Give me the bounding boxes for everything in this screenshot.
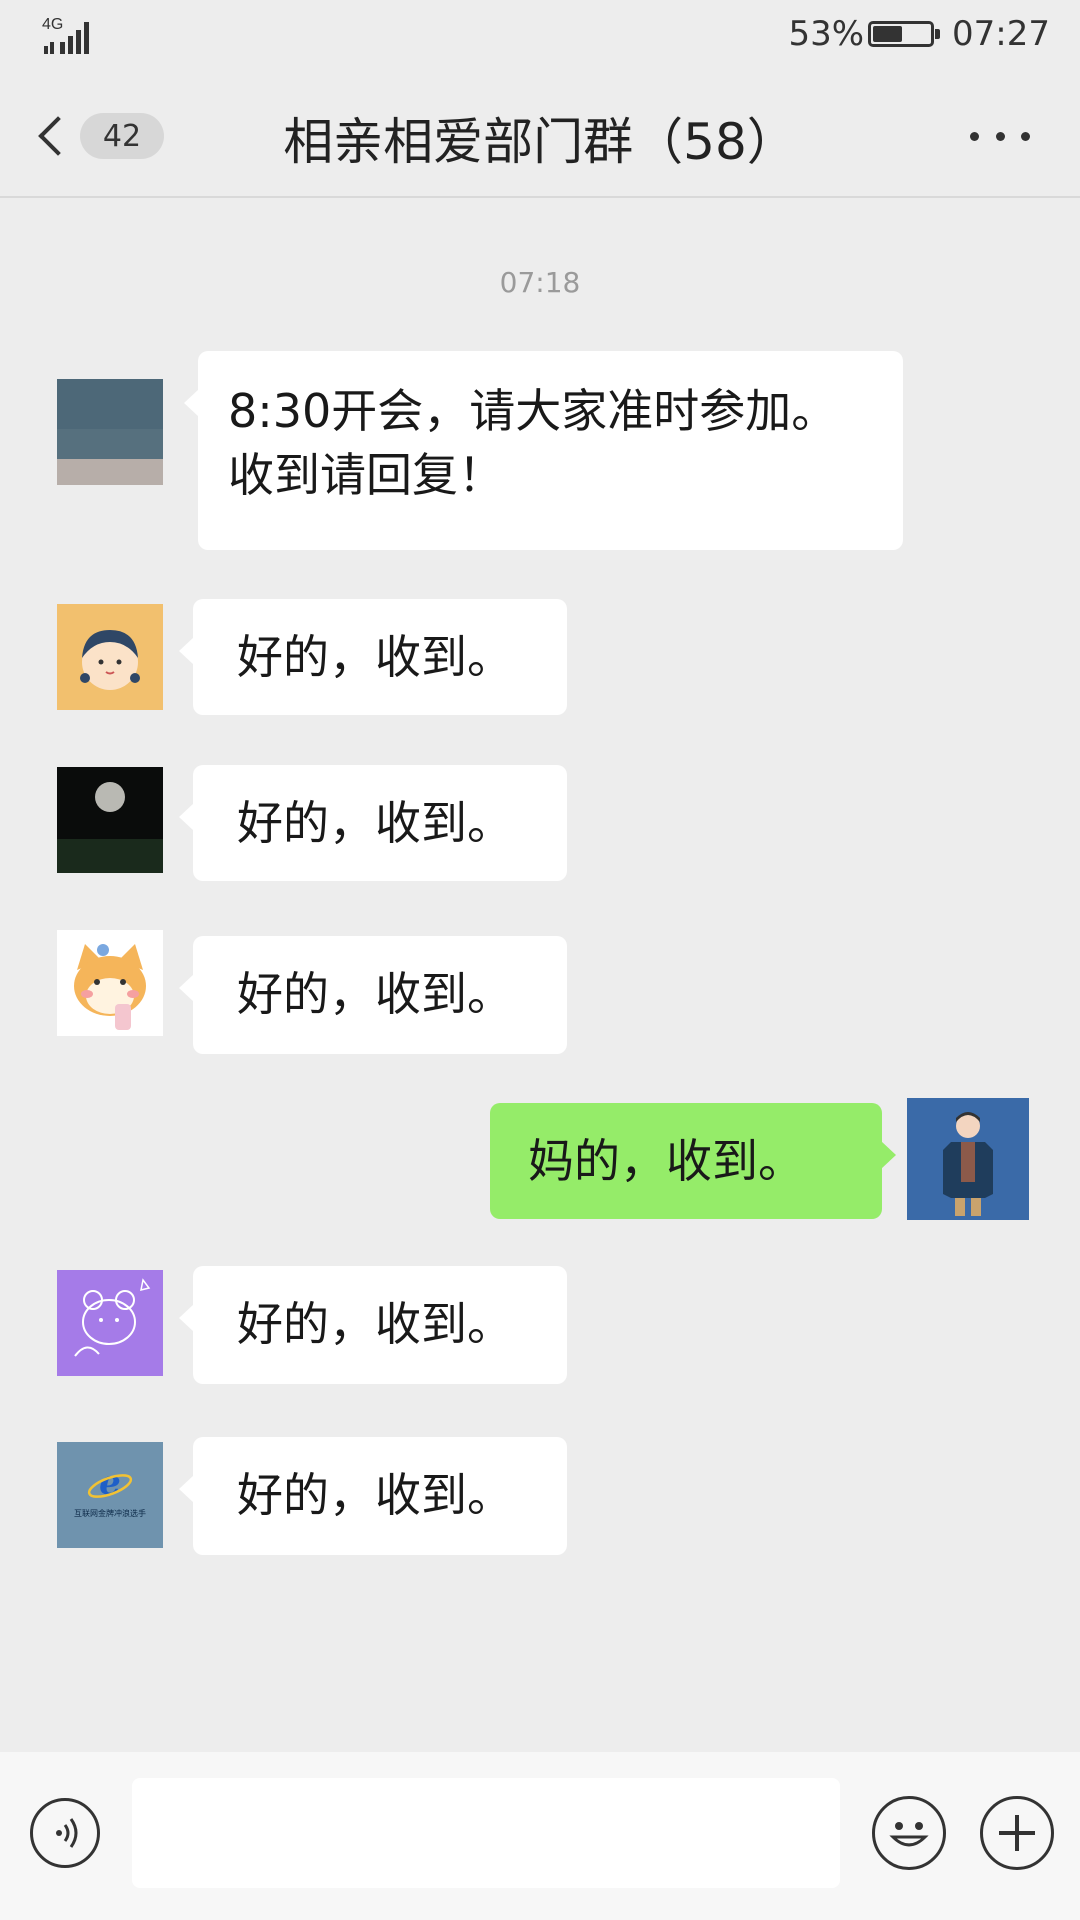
avatar-ie-logo[interactable]: e 互联网金牌冲浪选手 [57,1442,163,1548]
status-time: 07:27 [952,14,1050,54]
message-input[interactable] [132,1778,840,1888]
more-dots-icon [970,131,979,141]
battery-fill [873,26,903,42]
avatar-self[interactable] [907,1098,1029,1220]
message-bubble[interactable]: 好的，收到。 [179,936,567,1054]
message-text: 8:30开会，请大家准时参加。 [228,384,838,438]
message-text: 好的，收到。 [237,1297,513,1351]
sent-message-bubble[interactable]: 妈的，收到。 [490,1103,896,1219]
back-button[interactable]: 42 [36,108,166,164]
message-text: 好的，收到。 [237,630,513,684]
voice-button[interactable] [30,1798,100,1868]
avatar-caption: 互联网金牌冲浪选手 [74,1508,146,1518]
message-text: 好的，收到。 [237,967,513,1021]
message-bubble[interactable]: 好的，收到。 [179,1266,567,1384]
plus-button[interactable] [980,1796,1054,1870]
avatar-cartoon-girl[interactable] [57,604,163,710]
chevron-left-icon [38,116,78,156]
plus-icon [999,1815,1035,1851]
battery-percent: 53% [788,14,865,54]
more-dot [1021,131,1030,141]
message-bubble[interactable]: 8:30开会，请大家准时参加。 收到请回复！ [184,351,903,550]
avatar-sea[interactable] [57,379,163,485]
message-bubble[interactable]: 好的，收到。 [179,765,567,881]
message-text: 好的，收到。 [237,1468,513,1522]
chat-title: 相亲相爱部门群（58） [283,113,797,171]
more-dot [995,131,1005,141]
message-text: 收到请回复！ [228,448,504,502]
emoji-button[interactable] [872,1796,946,1870]
avatar-purple-bear[interactable] [57,1270,163,1376]
voice-icon [56,1818,78,1848]
more-button[interactable] [970,126,1030,146]
message-bubble[interactable]: 好的，收到。 [179,1437,567,1555]
signal-icon [44,22,89,54]
status-bar: 4G 53% 07:27 [0,0,1080,72]
emoji-icon [889,1822,929,1847]
chat-header: 42 相亲相爱部门群（58） [0,72,1080,198]
unread-badge: 42 [80,113,164,159]
message-text: 妈的，收到。 [528,1134,804,1188]
message-timestamp: 07:18 [499,266,581,299]
battery-icon [868,21,941,47]
message-text: 好的，收到。 [237,796,513,850]
avatar-shiba-cartoon[interactable] [57,930,163,1036]
avatar-moon-night[interactable] [57,767,163,873]
message-bubble[interactable]: 好的，收到。 [179,599,567,715]
input-bar [0,1752,1080,1920]
